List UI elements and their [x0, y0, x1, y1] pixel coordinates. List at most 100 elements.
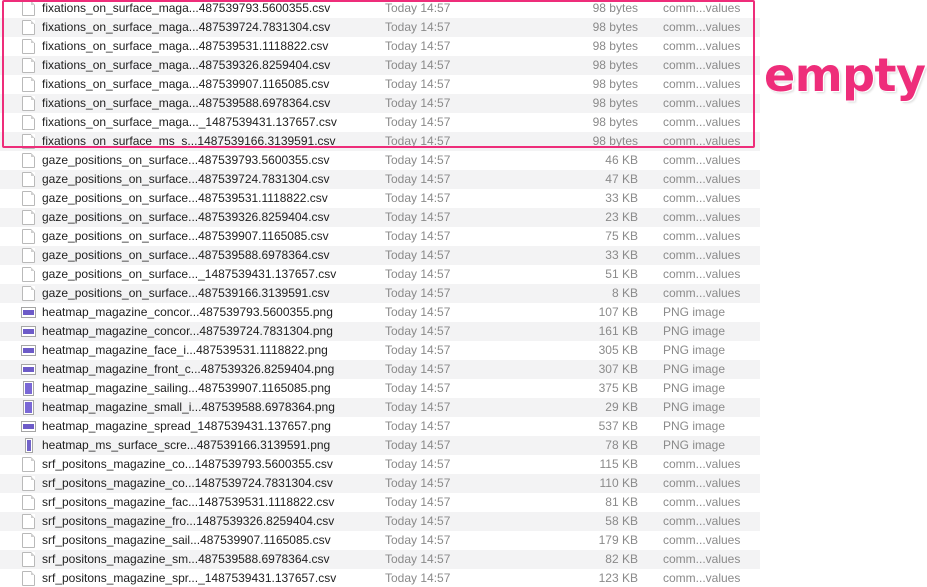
- file-name: gaze_positions_on_surface...487539326.82…: [42, 210, 330, 224]
- file-size: 23 KB: [605, 210, 638, 224]
- file-name: fixations_on_surface_maga...487539531.11…: [42, 39, 329, 53]
- image-tall-icon: [23, 400, 34, 415]
- file-date-modified: Today 14:57: [385, 1, 451, 15]
- file-size: 81 KB: [605, 495, 638, 509]
- file-date-modified: Today 14:57: [385, 153, 451, 167]
- file-date-modified: Today 14:57: [385, 267, 451, 281]
- file-kind: PNG image: [663, 400, 726, 414]
- document-icon: [22, 20, 35, 35]
- file-row[interactable]: heatmap_magazine_face_i...487539531.1118…: [0, 341, 760, 360]
- file-name: srf_positons_magazine_sail...487539907.1…: [42, 533, 331, 547]
- file-kind: comm...values: [663, 210, 741, 224]
- file-kind: comm...values: [663, 134, 741, 148]
- file-kind: comm...values: [663, 39, 741, 53]
- file-name: heatmap_magazine_sailing...487539907.116…: [42, 381, 331, 395]
- file-row[interactable]: fixations_on_surface_maga...487539326.82…: [0, 56, 760, 75]
- file-row[interactable]: srf_positons_magazine_fac...1487539531.1…: [0, 493, 760, 512]
- file-date-modified: Today 14:57: [385, 20, 451, 34]
- document-icon: [22, 153, 35, 168]
- file-size: 46 KB: [605, 153, 638, 167]
- file-kind: comm...values: [663, 229, 741, 243]
- file-name: srf_positons_magazine_co...1487539724.78…: [42, 476, 333, 490]
- file-kind: comm...values: [663, 533, 741, 547]
- file-date-modified: Today 14:57: [385, 191, 451, 205]
- file-kind: PNG image: [663, 305, 726, 319]
- file-size: 82 KB: [605, 552, 638, 566]
- file-size: 75 KB: [605, 229, 638, 243]
- file-row[interactable]: gaze_positions_on_surface..._1487539431.…: [0, 265, 760, 284]
- file-date-modified: Today 14:57: [385, 58, 451, 72]
- file-date-modified: Today 14:57: [385, 96, 451, 110]
- file-row[interactable]: heatmap_magazine_concor...487539793.5600…: [0, 303, 760, 322]
- file-row[interactable]: srf_positons_magazine_co...1487539724.78…: [0, 474, 760, 493]
- image-wide-icon: [21, 364, 36, 375]
- file-size: 115 KB: [599, 457, 638, 471]
- file-size: 305 KB: [598, 343, 638, 357]
- file-row[interactable]: heatmap_magazine_sailing...487539907.116…: [0, 379, 760, 398]
- file-date-modified: Today 14:57: [385, 495, 451, 509]
- file-row[interactable]: srf_positons_magazine_fro...1487539326.8…: [0, 512, 760, 531]
- file-row[interactable]: gaze_positions_on_surface...487539793.56…: [0, 151, 760, 170]
- file-name: gaze_positions_on_surface...487539793.56…: [42, 153, 330, 167]
- file-kind: PNG image: [663, 419, 726, 433]
- file-kind: comm...values: [663, 248, 741, 262]
- file-date-modified: Today 14:57: [385, 324, 451, 338]
- file-size: 161 KB: [598, 324, 638, 338]
- image-tall-icon: [23, 381, 34, 396]
- file-row[interactable]: heatmap_magazine_front_c...487539326.825…: [0, 360, 760, 379]
- file-date-modified: Today 14:57: [385, 210, 451, 224]
- file-kind: comm...values: [663, 267, 741, 281]
- file-row[interactable]: gaze_positions_on_surface...487539588.69…: [0, 246, 760, 265]
- document-icon: [22, 495, 35, 510]
- file-row[interactable]: srf_positons_magazine_sail...487539907.1…: [0, 531, 760, 550]
- file-row[interactable]: gaze_positions_on_surface...487539907.11…: [0, 227, 760, 246]
- file-name: heatmap_magazine_front_c...487539326.825…: [42, 362, 335, 376]
- document-icon: [22, 267, 35, 282]
- file-row[interactable]: gaze_positions_on_surface...487539531.11…: [0, 189, 760, 208]
- document-icon: [22, 571, 35, 586]
- file-date-modified: Today 14:57: [385, 438, 451, 452]
- file-row[interactable]: fixations_on_surface_maga..._1487539431.…: [0, 113, 760, 132]
- document-icon: [22, 514, 35, 529]
- file-row[interactable]: srf_positons_magazine_spr..._1487539431.…: [0, 569, 760, 587]
- file-row[interactable]: gaze_positions_on_surface...487539724.78…: [0, 170, 760, 189]
- file-name: srf_positons_magazine_co...1487539793.56…: [42, 457, 333, 471]
- file-row[interactable]: heatmap_magazine_spread_1487539431.13765…: [0, 417, 760, 436]
- file-row[interactable]: fixations_on_surface_maga...487539724.78…: [0, 18, 760, 37]
- file-row[interactable]: srf_positons_magazine_sm...487539588.697…: [0, 550, 760, 569]
- file-row[interactable]: gaze_positions_on_surface...487539326.82…: [0, 208, 760, 227]
- file-kind: comm...values: [663, 457, 741, 471]
- file-row[interactable]: fixations_on_surface_maga...487539588.69…: [0, 94, 760, 113]
- file-kind: comm...values: [663, 514, 741, 528]
- image-wide-icon: [21, 326, 36, 337]
- file-size: 107 KB: [598, 305, 638, 319]
- document-icon: [22, 1, 35, 16]
- file-size: 98 bytes: [592, 39, 638, 53]
- file-row[interactable]: heatmap_ms_surface_scre...487539166.3139…: [0, 436, 760, 455]
- image-wide-icon: [21, 421, 36, 432]
- file-kind: PNG image: [663, 381, 726, 395]
- file-date-modified: Today 14:57: [385, 134, 451, 148]
- file-row[interactable]: fixations_on_surface_maga...487539793.56…: [0, 0, 760, 18]
- file-row[interactable]: heatmap_magazine_concor...487539724.7831…: [0, 322, 760, 341]
- file-size: 33 KB: [605, 248, 638, 262]
- file-date-modified: Today 14:57: [385, 77, 451, 91]
- file-row[interactable]: fixations_on_surface_maga...487539531.11…: [0, 37, 760, 56]
- file-row[interactable]: heatmap_magazine_small_i...487539588.697…: [0, 398, 760, 417]
- file-name: gaze_positions_on_surface...487539588.69…: [42, 248, 330, 262]
- file-size: 307 KB: [598, 362, 638, 376]
- file-row[interactable]: fixations_on_surface_ms_s...1487539166.3…: [0, 132, 760, 151]
- file-row[interactable]: srf_positons_magazine_co...1487539793.56…: [0, 455, 760, 474]
- file-row[interactable]: fixations_on_surface_maga...487539907.11…: [0, 75, 760, 94]
- document-icon: [22, 229, 35, 244]
- file-size: 98 bytes: [592, 20, 638, 34]
- file-date-modified: Today 14:57: [385, 172, 451, 186]
- file-name: fixations_on_surface_ms_s...1487539166.3…: [42, 134, 336, 148]
- file-kind: PNG image: [663, 324, 726, 338]
- empty-annotation-label: empty: [764, 48, 926, 102]
- file-size: 123 KB: [598, 571, 638, 585]
- document-icon: [22, 191, 35, 206]
- file-kind: comm...values: [663, 552, 741, 566]
- file-size: 98 bytes: [592, 1, 638, 15]
- file-row[interactable]: gaze_positions_on_surface...487539166.31…: [0, 284, 760, 303]
